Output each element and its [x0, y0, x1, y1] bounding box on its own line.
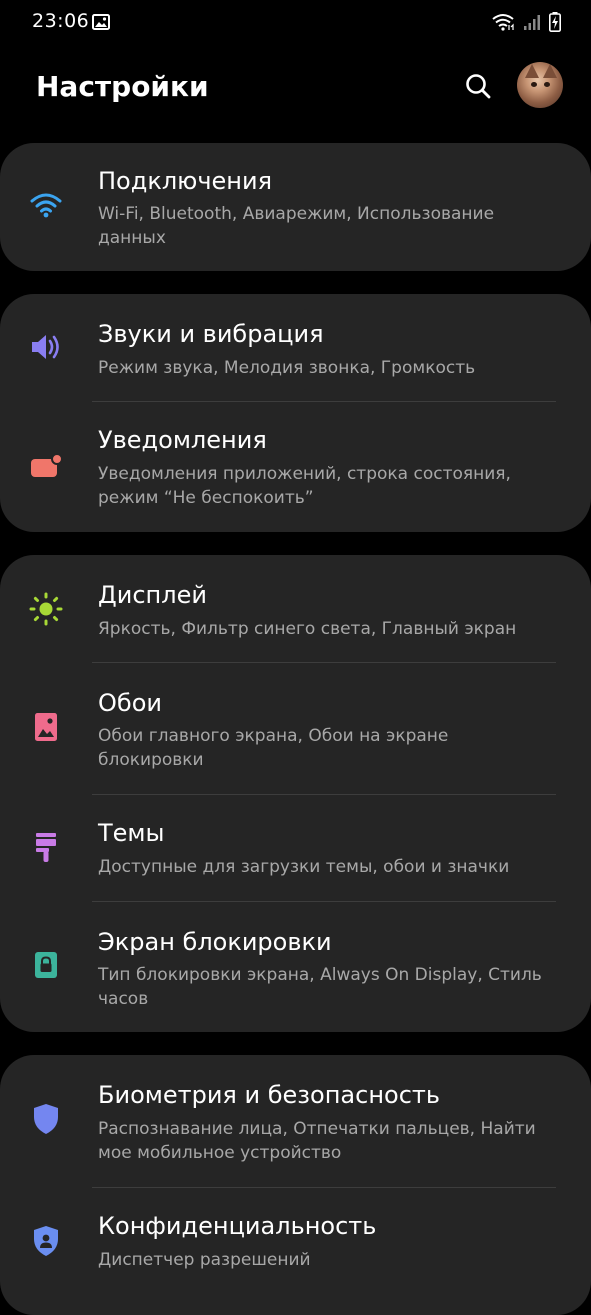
item-title: Звуки и вибрация	[98, 320, 324, 348]
item-title: Биометрия и безопасность	[98, 1081, 441, 1109]
item-title: Темы	[98, 819, 165, 847]
page-title: Настройки	[36, 70, 209, 103]
item-subtitle: Распознавание лица, Отпечатки пальцев, Н…	[98, 1119, 536, 1163]
paintbrush-icon	[28, 829, 64, 865]
settings-card-display: Дисплей Яркость, Фильтр синего света, Гл…	[0, 555, 591, 1032]
settings-item-privacy[interactable]: Конфиденциальность Диспетчер разрешений	[0, 1188, 591, 1315]
notification-icon	[28, 448, 64, 484]
settings-item-lock-screen[interactable]: Экран блокировки Тип блокировки экрана, …	[0, 902, 591, 1032]
speaker-icon	[28, 329, 64, 365]
wifi-icon	[28, 187, 64, 223]
item-subtitle: Тип блокировки экрана, Always On Display…	[98, 965, 542, 1009]
wallpaper-icon	[28, 709, 64, 745]
item-subtitle: Яркость, Фильтр синего света, Главный эк…	[98, 619, 517, 639]
app-header: Настройки	[0, 48, 591, 132]
settings-item-display[interactable]: Дисплей Яркость, Фильтр синего света, Гл…	[0, 555, 591, 662]
status-time: 23:06	[32, 10, 90, 32]
status-bar: 23:06	[0, 0, 591, 48]
settings-item-themes[interactable]: Темы Доступные для загрузки темы, обои и…	[0, 795, 591, 901]
settings-item-biometrics[interactable]: Биометрия и безопасность Распознавание л…	[0, 1055, 591, 1187]
item-title: Уведомления	[98, 426, 267, 454]
lock-icon	[28, 947, 64, 983]
signal-strength-icon	[523, 13, 541, 35]
item-title: Дисплей	[98, 581, 207, 609]
battery-charging-icon	[549, 12, 561, 36]
item-subtitle: Диспетчер разрешений	[98, 1250, 311, 1270]
settings-item-sounds[interactable]: Звуки и вибрация Режим звука, Мелодия зв…	[0, 294, 591, 402]
item-title: Конфиденциальность	[98, 1212, 377, 1240]
item-subtitle: Режим звука, Мелодия звонка, Громкость	[98, 358, 476, 378]
search-icon	[466, 74, 491, 99]
item-subtitle: Доступные для загрузки темы, обои и знач…	[98, 857, 510, 877]
status-indicators	[491, 12, 561, 36]
settings-item-notifications[interactable]: Уведомления Уведомления приложений, стро…	[0, 402, 591, 532]
item-subtitle: Уведомления приложений, строка состояния…	[98, 464, 511, 508]
item-title: Обои	[98, 689, 162, 717]
item-subtitle: Wi-Fi, Bluetooth, Авиарежим, Использован…	[98, 204, 495, 248]
privacy-shield-icon	[28, 1223, 64, 1259]
settings-card-sound: Звуки и вибрация Режим звука, Мелодия зв…	[0, 294, 591, 532]
gallery-notification-icon	[92, 14, 110, 34]
settings-item-connections[interactable]: Подключения Wi-Fi, Bluetooth, Авиарежим,…	[0, 143, 591, 271]
shield-icon	[28, 1101, 64, 1137]
item-subtitle: Обои главного экрана, Обои на экране бло…	[98, 726, 449, 770]
settings-card-security: Биометрия и безопасность Распознавание л…	[0, 1055, 591, 1315]
search-button[interactable]	[460, 68, 496, 104]
item-title: Подключения	[98, 167, 273, 195]
brightness-icon	[28, 591, 64, 627]
item-title: Экран блокировки	[98, 928, 332, 956]
settings-card-connections: Подключения Wi-Fi, Bluetooth, Авиарежим,…	[0, 143, 591, 271]
profile-avatar[interactable]	[517, 62, 563, 108]
settings-item-wallpaper[interactable]: Обои Обои главного экрана, Обои на экран…	[0, 663, 591, 794]
wifi-status-icon	[491, 13, 515, 35]
